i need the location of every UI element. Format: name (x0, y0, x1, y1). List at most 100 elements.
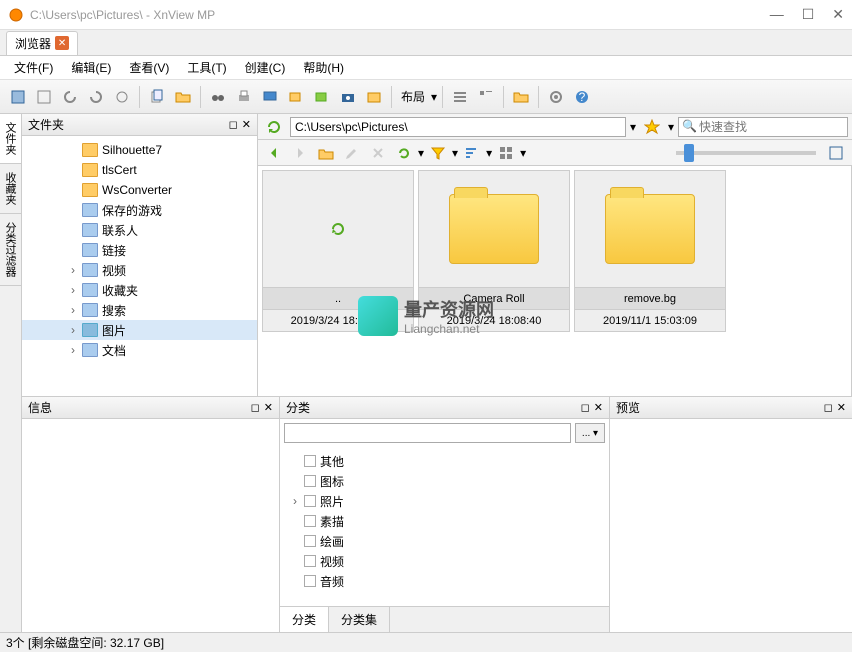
fav-dd-icon[interactable]: ▾ (668, 120, 674, 134)
tree-item[interactable]: 保存的游戏 (22, 200, 257, 220)
rotate-right-icon[interactable] (84, 85, 108, 109)
view-mode-icon[interactable] (494, 141, 518, 165)
checkbox-icon[interactable] (304, 575, 316, 587)
print-icon[interactable] (232, 85, 256, 109)
settings-icon[interactable] (544, 85, 568, 109)
filter-icon[interactable] (426, 141, 450, 165)
checkbox-icon[interactable] (304, 535, 316, 547)
tree-item[interactable]: ›收藏夹 (22, 280, 257, 300)
tree-item[interactable]: ›视频 (22, 260, 257, 280)
tab-category-set[interactable]: 分类集 (329, 607, 390, 632)
category-item[interactable]: 视频 (280, 551, 609, 571)
tree-item[interactable]: Silhouette7 (22, 140, 257, 160)
thumb-size-slider[interactable] (676, 151, 816, 155)
category-item[interactable]: 图标 (280, 471, 609, 491)
tree-item[interactable]: ›图片 (22, 320, 257, 340)
tree-item[interactable]: ›搜索 (22, 300, 257, 320)
sort-dd-icon[interactable]: ▾ (486, 146, 492, 160)
forward-icon[interactable] (288, 141, 312, 165)
category-item[interactable]: 素描 (280, 511, 609, 531)
tree-item[interactable]: 链接 (22, 240, 257, 260)
side-tab-folders[interactable]: 文件夹 (0, 114, 21, 164)
help-icon[interactable]: ? (570, 85, 594, 109)
expand-icon[interactable] (824, 141, 848, 165)
list-view-icon[interactable] (448, 85, 472, 109)
checkbox-icon[interactable] (304, 515, 316, 527)
tab-close-icon[interactable]: ✕ (55, 36, 69, 50)
category-item[interactable]: 绘画 (280, 531, 609, 551)
fullscreen-icon[interactable] (32, 85, 56, 109)
camera-icon[interactable] (336, 85, 360, 109)
checkbox-icon[interactable] (304, 555, 316, 567)
category-item[interactable]: ›照片 (280, 491, 609, 511)
side-tab-favorites[interactable]: 收藏夹 (0, 164, 21, 214)
category-input[interactable] (284, 423, 571, 443)
checkbox-icon[interactable] (304, 495, 316, 507)
side-tab-filter[interactable]: 分类过滤器 (0, 214, 21, 286)
thumbnail-grid[interactable]: 量产资源网 Liangchan.net ..2019/3/24 18:08:19… (258, 166, 852, 396)
tab-browser[interactable]: 浏览器 ✕ (6, 31, 78, 55)
checkbox-icon[interactable] (304, 475, 316, 487)
menu-tools[interactable]: 工具(T) (179, 57, 234, 78)
images-icon[interactable] (310, 85, 334, 109)
checkbox-icon[interactable] (304, 455, 316, 467)
thumbnail-item[interactable]: Camera Roll2019/3/24 18:08:40 (418, 170, 570, 332)
convert-icon[interactable] (284, 85, 308, 109)
menu-create[interactable]: 创建(C) (237, 57, 294, 78)
picture-icon[interactable] (362, 85, 386, 109)
tag-folder-icon[interactable] (509, 85, 533, 109)
filter-dd-icon[interactable]: ▾ (452, 146, 458, 160)
preview-panel-header: 预览 ◻ ✕ (610, 397, 852, 419)
monitor-icon[interactable] (258, 85, 282, 109)
panel-float-icon[interactable]: ◻ (251, 401, 260, 414)
menu-view[interactable]: 查看(V) (121, 57, 177, 78)
panel-close-icon[interactable]: ✕ (837, 401, 846, 414)
binoculars-icon[interactable] (206, 85, 230, 109)
menu-help[interactable]: 帮助(H) (295, 57, 352, 78)
tree-item[interactable]: ›文档 (22, 340, 257, 360)
edit-icon[interactable] (340, 141, 364, 165)
back-icon[interactable] (262, 141, 286, 165)
details-view-icon[interactable] (474, 85, 498, 109)
panel-close-icon[interactable]: ✕ (242, 118, 251, 131)
favorite-star-icon[interactable] (640, 115, 664, 139)
maximize-button[interactable]: ☐ (802, 6, 815, 23)
save-icon[interactable] (6, 85, 30, 109)
open-folder-icon[interactable] (171, 85, 195, 109)
layout-dd-icon[interactable]: ▾ (431, 90, 437, 104)
preview-panel-title: 预览 (616, 399, 820, 416)
menu-edit[interactable]: 编辑(E) (63, 57, 119, 78)
search-input[interactable] (678, 117, 848, 137)
panel-close-icon[interactable]: ✕ (264, 401, 273, 414)
view-mode-dd-icon[interactable]: ▾ (520, 146, 526, 160)
close-button[interactable]: ✕ (832, 6, 844, 23)
address-dd-icon[interactable]: ▾ (630, 120, 636, 134)
panel-float-icon[interactable]: ◻ (824, 401, 833, 414)
address-input[interactable] (290, 117, 626, 137)
rotate-left-icon[interactable] (58, 85, 82, 109)
tab-category[interactable]: 分类 (280, 607, 329, 632)
sort-icon[interactable] (460, 141, 484, 165)
tree-item[interactable]: 联系人 (22, 220, 257, 240)
delete-icon[interactable] (366, 141, 390, 165)
menu-file[interactable]: 文件(F) (6, 57, 61, 78)
panel-float-icon[interactable]: ◻ (581, 401, 590, 414)
rotate-dd-icon[interactable] (110, 85, 134, 109)
refresh-icon[interactable] (392, 141, 416, 165)
refresh-dd-icon[interactable]: ▾ (418, 146, 424, 160)
panel-float-icon[interactable]: ◻ (229, 118, 238, 131)
tree-item[interactable]: WsConverter (22, 180, 257, 200)
category-item[interactable]: 其他 (280, 451, 609, 471)
minimize-button[interactable]: — (770, 6, 784, 23)
thumbnail-item[interactable]: remove.bg2019/11/1 15:03:09 (574, 170, 726, 332)
panel-close-icon[interactable]: ✕ (594, 401, 603, 414)
folder-tree[interactable]: Silhouette7tlsCertWsConverter保存的游戏联系人链接›… (22, 136, 257, 396)
tree-item[interactable]: tlsCert (22, 160, 257, 180)
up-folder-icon[interactable] (314, 141, 338, 165)
layout-label[interactable]: 布局 (397, 88, 429, 105)
category-dd-button[interactable]: ... ▾ (575, 423, 605, 443)
copy-icon[interactable] (145, 85, 169, 109)
category-item[interactable]: 音频 (280, 571, 609, 591)
reload-icon[interactable] (262, 115, 286, 139)
thumbnail-item[interactable]: ..2019/3/24 18:08:19 (262, 170, 414, 332)
